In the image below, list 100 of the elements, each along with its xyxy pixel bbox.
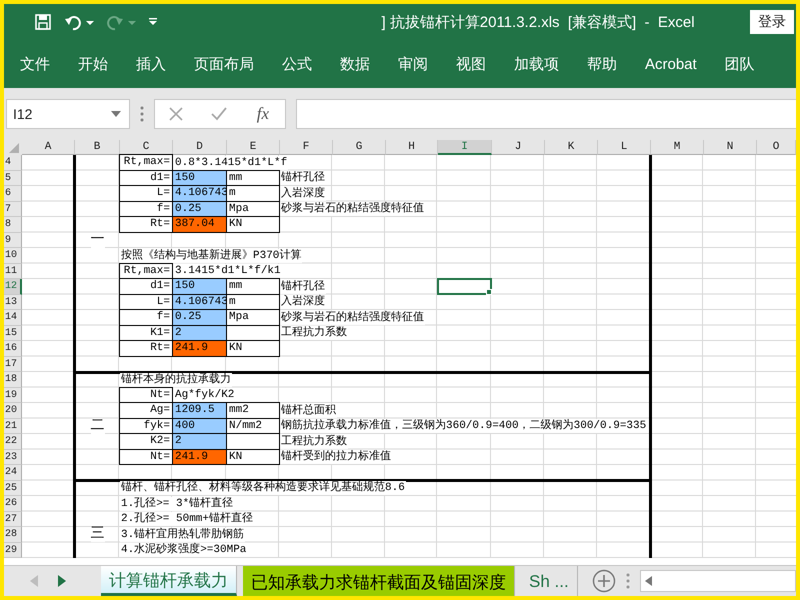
row-header[interactable]: 25 xyxy=(4,480,22,496)
row-header[interactable]: 29 xyxy=(4,542,22,558)
cell-text: 锚杆、锚杆孔径、材料等级各种构造要求详见基础规范8.6 xyxy=(120,481,406,496)
ribbon-tab[interactable]: 团队 xyxy=(710,54,769,74)
cell-text: 2.孔径>= 50mm+锚杆直径 xyxy=(120,512,254,526)
ribbon-tab[interactable]: 数据 xyxy=(326,54,384,74)
column-header[interactable]: N xyxy=(704,140,757,155)
row-header[interactable]: 15 xyxy=(4,326,22,341)
table-cell: Nt= xyxy=(119,448,173,465)
row-header[interactable]: 11 xyxy=(4,264,22,279)
row-header[interactable]: 23 xyxy=(4,450,22,465)
column-header[interactable]: M xyxy=(651,140,704,155)
table-cell: KN xyxy=(226,340,280,356)
row-header[interactable]: 4 xyxy=(4,155,22,170)
column-header[interactable]: O xyxy=(757,140,796,155)
ribbon-tab[interactable]: 审阅 xyxy=(384,54,442,74)
save-icon[interactable] xyxy=(34,13,52,31)
row-header[interactable]: 18 xyxy=(4,372,22,388)
table-cell: Mpa xyxy=(226,309,280,326)
row-header[interactable]: 5 xyxy=(4,170,22,186)
sheet-tab[interactable]: Sh ... xyxy=(521,566,578,596)
row-header[interactable]: 8 xyxy=(4,217,22,232)
row-header[interactable]: 20 xyxy=(4,403,22,418)
login-button[interactable]: 登录 xyxy=(750,10,794,34)
row-header[interactable]: 24 xyxy=(4,465,22,480)
row-header[interactable]: 7 xyxy=(4,202,22,217)
column-header[interactable]: G xyxy=(333,140,386,155)
column-header[interactable]: J xyxy=(492,140,545,155)
cell-text: 锚杆本身的抗拉承载力 xyxy=(120,372,232,387)
column-header[interactable]: I xyxy=(438,140,492,155)
cell-text: 工程抗力系数 xyxy=(280,326,348,340)
cell-text: 4.水泥砂浆强度>=30MPa xyxy=(120,543,248,558)
cell-reference: I12 xyxy=(13,106,32,122)
row-header[interactable]: 17 xyxy=(4,356,22,372)
row-header[interactable]: 21 xyxy=(4,418,22,434)
cell-text: 锚杆总面积 xyxy=(280,404,337,418)
column-header[interactable]: L xyxy=(598,140,651,155)
column-header[interactable]: K xyxy=(545,140,598,155)
row-header[interactable]: 12 xyxy=(4,279,22,294)
formula-field[interactable] xyxy=(296,99,796,129)
ribbon-tab[interactable]: 帮助 xyxy=(573,54,631,74)
grip-icon[interactable] xyxy=(140,106,144,122)
scroll-left-icon[interactable] xyxy=(644,576,652,586)
ribbon-tab[interactable]: Acrobat xyxy=(631,56,711,72)
check-icon[interactable] xyxy=(210,107,227,121)
column-header[interactable]: B xyxy=(75,140,120,155)
ribbon-tab[interactable]: 视图 xyxy=(442,54,500,74)
row-header[interactable]: 28 xyxy=(4,527,22,542)
grip-icon[interactable] xyxy=(626,573,630,589)
table-cell: 0.25 xyxy=(172,309,227,326)
section-mark: 三 xyxy=(90,527,104,542)
ribbon-tab[interactable]: 文件 xyxy=(6,54,64,74)
sheet-tab[interactable]: 已知承载力求锚杆截面及锚固深度 xyxy=(243,566,515,596)
table-cell: mm2 xyxy=(226,402,280,418)
table-cell: f= xyxy=(119,309,173,326)
column-header[interactable]: H xyxy=(386,140,438,155)
ribbon-tab[interactable]: 页面布局 xyxy=(180,54,268,74)
table-cell: Rt,max= xyxy=(119,154,173,170)
table-cell: 4.106743 xyxy=(172,185,227,202)
table-cell: 241.9 xyxy=(172,340,227,356)
row-header[interactable]: 16 xyxy=(4,341,22,356)
ribbon-tab[interactable]: 开始 xyxy=(64,54,122,74)
fill-handle[interactable] xyxy=(486,288,492,294)
select-all-icon[interactable] xyxy=(4,140,22,155)
row-header[interactable]: 6 xyxy=(4,186,22,202)
scroll-right-icon[interactable] xyxy=(58,575,66,587)
ribbon-tab[interactable]: 加载项 xyxy=(500,54,573,74)
table-cell: 1209.5 xyxy=(172,402,227,418)
cell-text: 入岩深度 xyxy=(280,186,326,201)
cell-text: 按照《结构与地基新进展》P370计算 xyxy=(120,248,302,263)
dropdown-caret-icon[interactable] xyxy=(111,111,121,117)
row-header[interactable]: 27 xyxy=(4,512,22,527)
cell-text: 工程抗力系数 xyxy=(280,434,348,449)
column-header[interactable]: F xyxy=(280,140,333,155)
table-cell: Rt= xyxy=(119,216,173,232)
table-cell: Rt= xyxy=(119,340,173,356)
cell-text: 3.1415*d1*L*f/k1 xyxy=(173,264,282,278)
column-header[interactable]: A xyxy=(22,140,75,155)
undo-icon[interactable] xyxy=(64,13,82,31)
cell-text: 1.孔径>= 3*锚杆直径 xyxy=(120,496,234,511)
column-header[interactable]: C xyxy=(120,140,173,155)
horizontal-scrollbar[interactable] xyxy=(640,570,796,592)
column-header[interactable]: D xyxy=(173,140,227,155)
cancel-icon[interactable] xyxy=(168,107,183,121)
ribbon-tab[interactable]: 插入 xyxy=(122,54,180,74)
row-header[interactable]: 26 xyxy=(4,496,22,512)
ribbon-tab[interactable]: 公式 xyxy=(268,54,326,74)
table-cell: 2 xyxy=(172,433,227,450)
column-header[interactable]: E xyxy=(227,140,280,155)
row-header[interactable]: 13 xyxy=(4,294,22,310)
row-header[interactable]: 10 xyxy=(4,248,22,264)
insert-function-button[interactable]: fx xyxy=(254,104,272,124)
add-sheet-icon[interactable] xyxy=(592,569,616,593)
row-header[interactable]: 19 xyxy=(4,388,22,403)
row-header[interactable]: 22 xyxy=(4,434,22,450)
row-header[interactable]: 14 xyxy=(4,310,22,326)
cell-text: 锚杆孔径 xyxy=(280,280,326,294)
name-box[interactable]: I12 xyxy=(6,99,130,129)
row-header[interactable]: 9 xyxy=(4,232,22,248)
sheet-tab[interactable]: 计算锚杆承载力 xyxy=(101,566,237,596)
